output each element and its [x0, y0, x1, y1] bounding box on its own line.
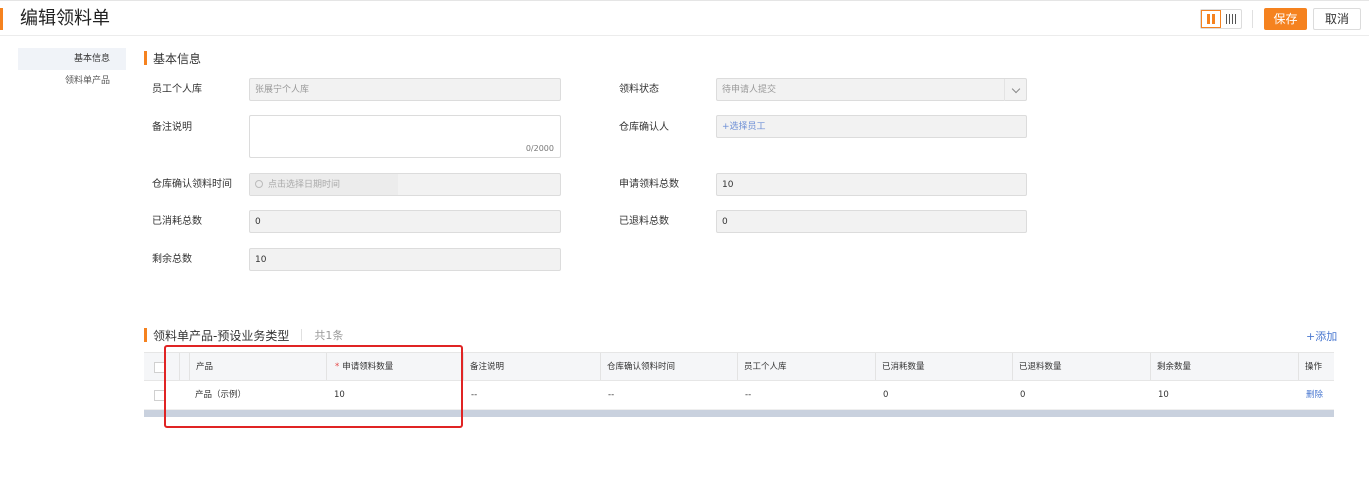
column-header-remark: 备注说明	[463, 353, 600, 380]
products-header: 领料单产品-预设业务类型 共1条	[144, 327, 343, 343]
basic-info-header: 基本信息	[144, 50, 201, 66]
page-title: 编辑领料单	[20, 8, 110, 29]
remark-label: 备注说明	[152, 122, 192, 133]
cancel-button[interactable]: 取消	[1313, 8, 1361, 30]
status-select[interactable]: 待申请人提交	[716, 78, 1027, 101]
employee-store-field: 张展宁个人库	[249, 78, 561, 101]
remark-textarea[interactable]: 0/2000	[249, 115, 561, 158]
column-header-confirm-time: 仓库确认领料时间	[600, 353, 737, 380]
remaining-total-label: 剩余总数	[152, 254, 192, 265]
toolbar-divider	[1252, 10, 1253, 28]
column-header-employee-store: 员工个人库	[737, 353, 875, 380]
returned-total-value: 0	[722, 217, 728, 227]
consumed-total-field: 0	[249, 210, 561, 233]
apply-total-field: 10	[716, 173, 1027, 196]
side-nav: 基本信息 领料单产品	[18, 48, 126, 92]
delete-row-button[interactable]: 删除	[1300, 381, 1323, 409]
cell-remark[interactable]: --	[465, 381, 477, 409]
employee-store-label: 员工个人库	[152, 84, 202, 95]
employee-store-value: 张展宁个人库	[255, 85, 310, 95]
cell-employee-store: --	[745, 390, 752, 400]
confirm-time-placeholder: 点击选择日期时间	[268, 180, 341, 190]
chevron-down-icon[interactable]	[1004, 79, 1026, 101]
status-label: 领料状态	[619, 84, 659, 95]
title-accent	[0, 8, 3, 30]
cell-consumed: 0	[883, 390, 889, 400]
column-header-returned: 已退料数量	[1012, 353, 1150, 380]
returned-total-label: 已退料总数	[619, 216, 669, 227]
column-header-action: 操作	[1298, 353, 1334, 380]
side-nav-item-products[interactable]: 领料单产品	[18, 70, 126, 92]
section-title: 基本信息	[153, 51, 202, 66]
products-section-title: 领料单产品-预设业务类型	[153, 328, 290, 343]
apply-total-label: 申请领料总数	[619, 179, 679, 190]
highlight-box	[164, 345, 463, 428]
remaining-total-field: 10	[249, 248, 561, 271]
cell-returned: 0	[1020, 390, 1026, 400]
section-accent	[144, 51, 147, 65]
remark-counter: 0/2000	[525, 144, 554, 153]
add-product-button[interactable]: +添加	[1306, 328, 1337, 344]
section-accent	[144, 328, 147, 342]
clock-icon	[255, 179, 263, 188]
select-employee-link[interactable]: +选择员工	[722, 122, 766, 132]
confirm-time-field[interactable]: 点击选择日期时间	[249, 173, 561, 196]
column-header-consumed: 已消耗数量	[875, 353, 1012, 380]
consumed-total-label: 已消耗总数	[152, 216, 202, 227]
warehouse-confirmer-label: 仓库确认人	[619, 122, 669, 133]
header-divider	[301, 329, 303, 341]
confirm-time-label: 仓库确认领料时间	[152, 179, 232, 190]
cell-remaining: 10	[1158, 390, 1169, 400]
returned-total-field: 0	[716, 210, 1027, 233]
column-header-remaining: 剩余数量	[1150, 353, 1298, 380]
status-value: 待申请人提交	[722, 85, 777, 95]
warehouse-confirmer-field[interactable]: +选择员工	[716, 115, 1027, 138]
cell-confirm-time: --	[608, 390, 615, 400]
consumed-total-value: 0	[255, 217, 261, 227]
products-count: 共1条	[314, 329, 344, 342]
apply-total-value: 10	[722, 180, 734, 190]
save-button[interactable]: 保存	[1264, 8, 1307, 30]
column-view-icon[interactable]	[1221, 10, 1241, 28]
split-view-icon[interactable]	[1201, 10, 1221, 28]
side-nav-item-basic-info[interactable]: 基本信息	[18, 48, 126, 70]
top-bar: 编辑领料单 保存 取消	[0, 0, 1369, 36]
view-toggle[interactable]	[1200, 9, 1242, 29]
remaining-total-value: 10	[255, 255, 267, 265]
